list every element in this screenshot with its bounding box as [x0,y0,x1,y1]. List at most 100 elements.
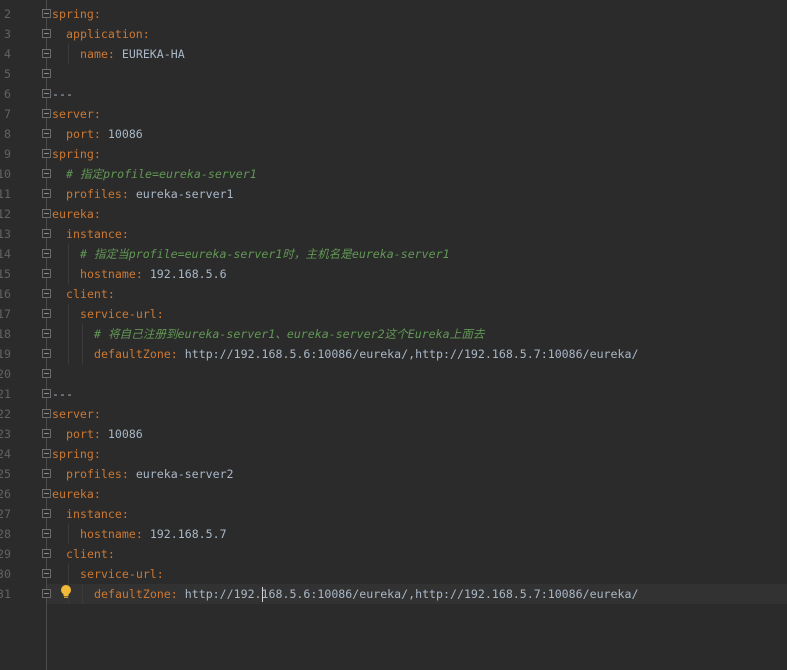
yaml-colon: : [121,467,129,481]
code-line[interactable]: 21 --- [0,384,787,404]
fold-marker-icon[interactable] [42,449,51,458]
fold-marker-icon[interactable] [42,129,51,138]
code-line[interactable]: 7 server: [0,104,787,124]
fold-marker-icon[interactable] [42,209,51,218]
yaml-value: eureka-server2 [135,467,234,481]
fold-marker-icon[interactable] [42,269,51,278]
code-line[interactable]: 27 instance: [0,504,787,524]
code-line[interactable]: 29 client: [0,544,787,564]
code-text: spring: [52,144,101,164]
line-number: 6 [4,87,11,101]
code-line[interactable]: 22 server: [0,404,787,424]
fold-marker-icon[interactable] [42,229,51,238]
yaml-value: EUREKA-HA [121,47,185,61]
code-text: client: [66,544,115,564]
fold-marker-icon[interactable] [42,149,51,158]
yaml-key: eureka [52,207,94,221]
yaml-colon: : [107,47,115,61]
fold-marker-icon[interactable] [42,89,51,98]
code-line[interactable]: 6 --- [0,84,787,104]
fold-marker-icon[interactable] [42,589,51,598]
code-line[interactable]: 18 # 将自己注册到eureka-server1、eureka-server2这… [0,324,787,344]
code-line[interactable]: 8 port: 10086 [0,124,787,144]
yaml-key: defaultZone [94,347,171,361]
code-line[interactable]: 20 [0,364,787,384]
code-line[interactable]: 5 [0,64,787,84]
fold-marker-icon[interactable] [42,109,51,118]
code-editor[interactable]: 2 spring: 3 application: 4 name: EUREKA-HA 5 6 -… [0,0,787,670]
fold-marker-icon[interactable] [42,509,51,518]
fold-marker-icon[interactable] [42,549,51,558]
fold-marker-icon[interactable] [42,249,51,258]
yaml-comment: # 指定profile=eureka-server1 [66,167,257,181]
yaml-key: service-url [80,567,157,581]
yaml-colon: : [93,407,101,421]
fold-marker-icon[interactable] [42,29,51,38]
fold-marker-icon[interactable] [42,569,51,578]
code-text: defaultZone: http://192.168.5.6:10086/eu… [94,584,638,604]
line-number: 25 [0,467,11,481]
code-line[interactable]: 9 spring: [0,144,787,164]
yaml-key: instance [66,507,122,521]
code-text: application: [66,24,150,44]
fold-marker-icon[interactable] [42,189,51,198]
code-line[interactable]: 30 service-url: [0,564,787,584]
yaml-colon: : [156,567,164,581]
yaml-colon: : [142,27,150,41]
yaml-value: eureka-server1 [135,187,234,201]
fold-marker-icon[interactable] [42,329,51,338]
code-line[interactable]: 11 profiles: eureka-server1 [0,184,787,204]
fold-marker-icon[interactable] [42,289,51,298]
code-line[interactable]: 15 hostname: 192.168.5.6 [0,264,787,284]
code-text: profiles: eureka-server2 [66,464,234,484]
fold-marker-icon[interactable] [42,9,51,18]
fold-marker-icon[interactable] [42,69,51,78]
code-text: hostname: 192.168.5.6 [80,264,227,284]
yaml-key: hostname [80,267,136,281]
yaml-colon: : [93,207,101,221]
fold-marker-icon[interactable] [42,389,51,398]
fold-marker-icon[interactable] [42,529,51,538]
line-number: 19 [0,347,11,361]
code-line[interactable]: 23 port: 10086 [0,424,787,444]
code-line[interactable]: 26 eureka: [0,484,787,504]
code-line[interactable]: 10 # 指定profile=eureka-server1 [0,164,787,184]
code-line[interactable]: 19 defaultZone: http://192.168.5.6:10086/… [0,344,787,364]
code-line[interactable]: 16 client: [0,284,787,304]
line-number: 27 [0,507,11,521]
fold-marker-icon[interactable] [42,469,51,478]
line-number: 18 [0,327,11,341]
fold-marker-icon[interactable] [42,309,51,318]
fold-marker-icon[interactable] [42,169,51,178]
code-line[interactable]: 12 eureka: [0,204,787,224]
code-line[interactable]: 2 spring: [0,4,787,24]
yaml-colon: : [156,307,164,321]
code-line[interactable]: 25 profiles: eureka-server2 [0,464,787,484]
fold-marker-icon[interactable] [42,429,51,438]
code-line[interactable]: 17 service-url: [0,304,787,324]
lightbulb-icon[interactable] [60,584,72,600]
code-line[interactable]: 28 hostname: 192.168.5.7 [0,524,787,544]
code-line[interactable]: 31 defaultZone: http://192.168.5.6:10086/… [0,584,787,604]
fold-marker-icon[interactable] [42,369,51,378]
yaml-key: eureka [52,487,94,501]
code-line[interactable]: 3 application: [0,24,787,44]
yaml-colon: : [93,427,101,441]
line-number: 23 [0,427,11,441]
fold-marker-icon[interactable] [42,49,51,58]
yaml-colon: : [170,347,178,361]
fold-marker-icon[interactable] [42,489,51,498]
code-text: service-url: [80,304,164,324]
line-number: 31 [0,587,11,601]
code-line[interactable]: 24 spring: [0,444,787,464]
fold-marker-icon[interactable] [42,349,51,358]
code-line[interactable]: 14 # 指定当profile=eureka-server1时，主机名是eurek… [0,244,787,264]
code-text: spring: [52,444,101,464]
yaml-colon: : [107,547,115,561]
code-line[interactable]: 4 name: EUREKA-HA [0,44,787,64]
code-text: --- [52,384,73,404]
fold-marker-icon[interactable] [42,409,51,418]
yaml-colon: : [121,227,129,241]
yaml-colon: : [107,287,115,301]
code-line[interactable]: 13 instance: [0,224,787,244]
